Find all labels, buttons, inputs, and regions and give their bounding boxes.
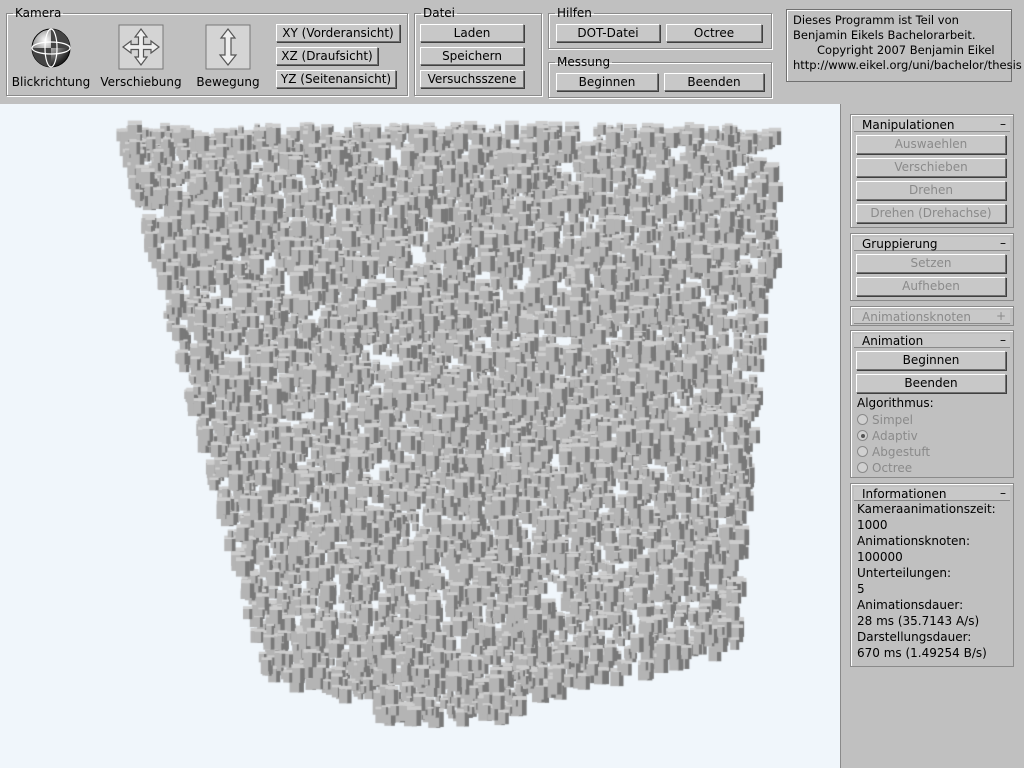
rotate-axis-button[interactable]: Drehen (Drehachse) — [856, 204, 1006, 223]
xy-view-button[interactable]: XY (Vorderansicht) — [276, 24, 400, 42]
xz-view-button[interactable]: XZ (Draufsicht) — [276, 47, 378, 65]
select-button[interactable]: Auswaehlen — [856, 135, 1006, 154]
manipulations-title: Manipulationen — [862, 118, 955, 132]
grouping-header[interactable]: Gruppierung – — [854, 236, 1010, 251]
algo-radio-adaptiv[interactable]: Adaptiv — [857, 429, 918, 444]
move-arrows-icon — [118, 24, 164, 70]
measurement-legend: Messung — [557, 55, 611, 69]
dot-file-button[interactable]: DOT-Datei — [556, 24, 660, 42]
grouping-title: Gruppierung — [862, 237, 938, 251]
view-direction-tool[interactable]: Blickrichtung — [10, 24, 92, 89]
collapse-icon[interactable]: – — [1000, 486, 1006, 500]
test-scene-button[interactable]: Versuchsszene — [420, 70, 524, 88]
manipulations-header[interactable]: Manipulationen – — [854, 117, 1010, 132]
information-title: Informationen — [862, 487, 947, 501]
about-box: Dieses Programm ist Teil von Benjamin Ei… — [786, 9, 1022, 82]
animation-start-button[interactable]: Beginnen — [856, 351, 1006, 370]
animation-nodes-title: Animationsknoten — [862, 310, 972, 324]
algorithm-label: Algorithmus: — [857, 396, 934, 410]
info-label: Animationsdauer: — [857, 598, 964, 612]
animation-header[interactable]: Animation – — [854, 333, 1010, 348]
save-button[interactable]: Speichern — [420, 47, 524, 65]
grouping-panel: Gruppierung – Setzen Aufheben — [850, 233, 1014, 301]
measurement-stop-button[interactable]: Beenden — [664, 73, 764, 91]
move-button[interactable]: Verschieben — [856, 158, 1006, 177]
about-line-3: Copyright 2007 Benjamin Eikel — [817, 43, 995, 57]
information-header[interactable]: Informationen – — [854, 486, 1010, 501]
algo-radio-octree[interactable]: Octree — [857, 461, 912, 476]
octree-button[interactable]: Octree — [666, 24, 762, 42]
animation-nodes-panel: Animationsknoten + — [850, 306, 1014, 326]
algo-option-label: Octree — [872, 461, 913, 475]
movement-label: Bewegung — [196, 75, 260, 89]
collapse-icon[interactable]: – — [1000, 117, 1006, 131]
3d-viewport[interactable] — [0, 104, 840, 768]
camera-legend: Kamera — [15, 6, 62, 20]
group-set-button[interactable]: Setzen — [856, 254, 1006, 273]
info-value: 28 ms (35.7143 A/s) — [857, 614, 980, 628]
radio-icon — [857, 414, 868, 425]
about-line-1: Dieses Programm ist Teil von — [793, 13, 959, 27]
movement-tool[interactable]: Bewegung — [188, 24, 268, 89]
manipulations-panel: Manipulationen – Auswaehlen Verschieben … — [850, 114, 1014, 228]
information-panel: Informationen – Kameraanimationszeit: 10… — [850, 483, 1014, 667]
radio-selected-icon — [857, 430, 868, 441]
algo-option-label: Abgestuft — [872, 445, 931, 459]
info-label: Animationsknoten: — [857, 534, 971, 548]
cube-cloud-render — [0, 104, 840, 768]
info-value: 1000 — [857, 518, 888, 532]
info-value: 5 — [857, 582, 865, 596]
about-line-4: http://www.eikel.org/uni/bachelor/thesis — [793, 58, 1022, 72]
animation-stop-button[interactable]: Beenden — [856, 374, 1006, 393]
load-button[interactable]: Laden — [420, 24, 524, 42]
animation-nodes-header[interactable]: Animationsknoten + — [854, 309, 1010, 324]
rotate-button[interactable]: Drehen — [856, 181, 1006, 200]
move-tool[interactable]: Verschiebung — [100, 24, 182, 89]
info-label: Darstellungsdauer: — [857, 630, 972, 644]
toolbar: Kamera Blickrichtung Verschiebung Bewegu… — [0, 0, 1024, 105]
about-line-2: Benjamin Eikels Bachelorarbeit. — [793, 28, 976, 42]
info-label: Unterteilungen: — [857, 566, 952, 580]
measurement-start-button[interactable]: Beginnen — [556, 73, 658, 91]
info-value: 100000 — [857, 550, 903, 564]
expand-icon[interactable]: + — [996, 309, 1006, 323]
helpers-legend: Hilfen — [557, 6, 592, 20]
animation-panel: Animation – Beginnen Beenden Algorithmus… — [850, 330, 1014, 478]
yz-view-button[interactable]: YZ (Seitenansicht) — [276, 70, 396, 88]
radio-icon — [857, 446, 868, 457]
collapse-icon[interactable]: – — [1000, 236, 1006, 250]
view-direction-label: Blickrichtung — [11, 75, 91, 89]
info-value: 670 ms (1.49254 B/s) — [857, 646, 987, 660]
group-unset-button[interactable]: Aufheben — [856, 277, 1006, 296]
move-label: Verschiebung — [100, 75, 182, 89]
sidebar: Manipulationen – Auswaehlen Verschieben … — [840, 104, 1024, 768]
view-direction-icon — [31, 28, 71, 68]
movement-arrow-icon — [205, 24, 251, 70]
radio-icon — [857, 462, 868, 473]
collapse-icon[interactable]: – — [1000, 333, 1006, 347]
algo-option-label: Simpel — [872, 413, 913, 427]
info-label: Kameraanimationszeit: — [857, 502, 996, 516]
algo-radio-simpel[interactable]: Simpel — [857, 413, 913, 428]
file-legend: Datei — [423, 6, 456, 20]
animation-title: Animation — [862, 334, 924, 348]
algo-option-label: Adaptiv — [872, 429, 918, 443]
algo-radio-abgestuft[interactable]: Abgestuft — [857, 445, 930, 460]
